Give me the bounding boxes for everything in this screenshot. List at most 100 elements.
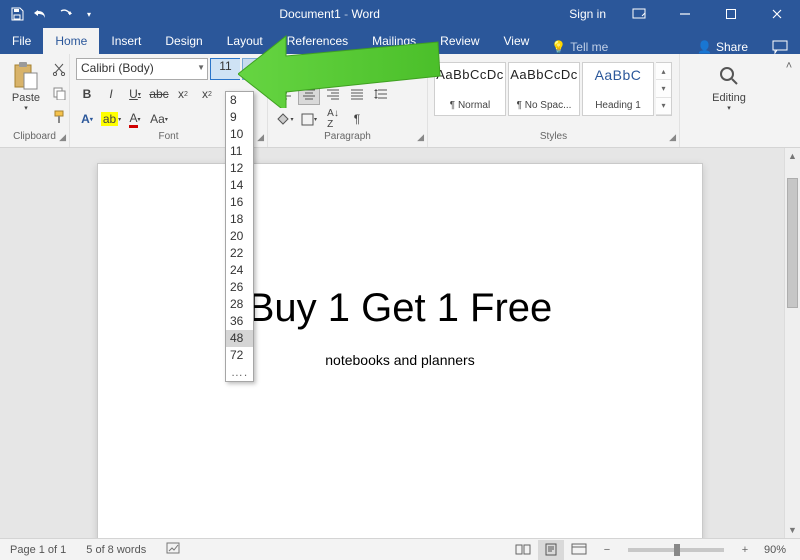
- style-heading1[interactable]: AaBbCHeading 1: [582, 62, 654, 116]
- bold-button[interactable]: B: [76, 83, 98, 105]
- size-option[interactable]: 72: [226, 347, 253, 364]
- tab-home[interactable]: Home: [43, 28, 99, 54]
- status-proofing-icon[interactable]: [156, 541, 192, 558]
- size-option[interactable]: 11: [226, 143, 253, 160]
- tab-review[interactable]: Review: [428, 28, 491, 54]
- minimize-button[interactable]: [662, 0, 708, 28]
- italic-button[interactable]: I: [100, 83, 122, 105]
- clipboard-dialog-launcher[interactable]: ◢: [59, 132, 66, 143]
- scroll-down-icon[interactable]: ▼: [785, 522, 800, 538]
- zoom-level[interactable]: 90%: [760, 544, 790, 556]
- document-page[interactable]: Buy 1 Get 1 Free notebooks and planners: [98, 164, 702, 538]
- font-size-dropdown-list[interactable]: 8 9 10 11 12 14 16 18 20 22 24 26 28 36 …: [225, 91, 254, 382]
- style-normal[interactable]: AaBbCcDc¶ Normal: [434, 62, 506, 116]
- justify-button[interactable]: [346, 83, 368, 105]
- ribbon-display-options-icon[interactable]: [616, 0, 662, 28]
- format-painter-icon[interactable]: [48, 106, 70, 128]
- paragraph-dialog-launcher[interactable]: ◢: [417, 132, 424, 143]
- strikethrough-button[interactable]: abc: [148, 83, 170, 105]
- underline-button[interactable]: U▾: [124, 83, 146, 105]
- tab-mailings[interactable]: Mailings: [360, 28, 428, 54]
- maximize-button[interactable]: [708, 0, 754, 28]
- sign-in-link[interactable]: Sign in: [559, 7, 616, 21]
- size-option[interactable]: 24: [226, 262, 253, 279]
- cut-icon[interactable]: [48, 58, 70, 80]
- size-option[interactable]: 8: [226, 92, 253, 109]
- size-option[interactable]: 28: [226, 296, 253, 313]
- highlight-button[interactable]: ab▾: [100, 108, 122, 130]
- font-color-button[interactable]: A▾: [124, 108, 146, 130]
- align-right-button[interactable]: [322, 83, 344, 105]
- size-option[interactable]: 22: [226, 245, 253, 262]
- print-layout-button[interactable]: [538, 540, 564, 560]
- zoom-out-button[interactable]: −: [594, 540, 620, 560]
- font-dialog-launcher[interactable]: ◢: [257, 132, 264, 143]
- document-heading[interactable]: Buy 1 Get 1 Free: [248, 286, 553, 331]
- tab-design[interactable]: Design: [153, 28, 214, 54]
- share-button[interactable]: 👤Share: [685, 40, 760, 54]
- comments-pane-icon[interactable]: [760, 40, 800, 54]
- copy-icon[interactable]: [48, 82, 70, 104]
- close-button[interactable]: [754, 0, 800, 28]
- status-page[interactable]: Page 1 of 1: [0, 544, 76, 556]
- status-words[interactable]: 5 of 8 words: [76, 544, 156, 556]
- zoom-in-button[interactable]: +: [732, 540, 758, 560]
- font-name-combo[interactable]: Calibri (Body)▼: [76, 58, 208, 80]
- font-size-dropdown-button[interactable]: ▼: [242, 58, 258, 80]
- qat-customize-icon[interactable]: ▾: [78, 3, 100, 25]
- tab-file[interactable]: File: [0, 28, 43, 54]
- size-option[interactable]: 36: [226, 313, 253, 330]
- size-option[interactable]: 12: [226, 160, 253, 177]
- numbering-button[interactable]: 123: [298, 57, 320, 79]
- tell-me[interactable]: 💡Tell me: [541, 40, 618, 54]
- increase-indent-button[interactable]: [370, 57, 392, 79]
- style-name: Heading 1: [595, 100, 641, 111]
- superscript-button[interactable]: x2: [196, 83, 218, 105]
- undo-icon[interactable]: [30, 3, 52, 25]
- style-no-spacing[interactable]: AaBbCcDc¶ No Spac...: [508, 62, 580, 116]
- size-option[interactable]: 14: [226, 177, 253, 194]
- size-list-resize-icon[interactable]: ….: [226, 364, 253, 381]
- multilevel-list-button[interactable]: [322, 57, 344, 79]
- paste-button[interactable]: Paste ▾: [6, 58, 46, 114]
- shading-button[interactable]: ▾: [274, 108, 296, 130]
- size-option[interactable]: 26: [226, 279, 253, 296]
- font-size-combo[interactable]: 11: [210, 58, 240, 80]
- size-option[interactable]: 10: [226, 126, 253, 143]
- size-option[interactable]: 18: [226, 211, 253, 228]
- zoom-slider[interactable]: [628, 548, 724, 552]
- size-option[interactable]: 16: [226, 194, 253, 211]
- collapse-ribbon-button[interactable]: ˄: [778, 54, 800, 147]
- align-left-button[interactable]: [274, 83, 296, 105]
- show-marks-button[interactable]: ¶: [346, 108, 368, 130]
- redo-icon[interactable]: [54, 3, 76, 25]
- paragraph-group-label: Paragraph◢: [268, 131, 427, 147]
- styles-gallery-scroll[interactable]: ▴▾▾: [656, 62, 672, 116]
- size-option[interactable]: 9: [226, 109, 253, 126]
- line-spacing-button[interactable]: [370, 83, 392, 105]
- size-option[interactable]: 20: [226, 228, 253, 245]
- bullets-button[interactable]: [274, 57, 296, 79]
- size-option-hover[interactable]: 48: [226, 330, 253, 347]
- scroll-up-icon[interactable]: ▲: [785, 148, 800, 164]
- save-icon[interactable]: [6, 3, 28, 25]
- tab-view[interactable]: View: [492, 28, 542, 54]
- change-case-button[interactable]: Aa▾: [148, 108, 170, 130]
- decrease-indent-button[interactable]: [346, 57, 368, 79]
- tab-references[interactable]: References: [275, 28, 360, 54]
- vertical-scrollbar[interactable]: ▲ ▼: [784, 148, 800, 538]
- read-mode-button[interactable]: [510, 540, 536, 560]
- align-center-button[interactable]: [298, 83, 320, 105]
- scroll-thumb[interactable]: [787, 178, 798, 308]
- tab-insert[interactable]: Insert: [99, 28, 153, 54]
- sort-button[interactable]: A↓Z: [322, 108, 344, 130]
- editing-dropdown[interactable]: Editing ▾: [708, 58, 750, 114]
- styles-dialog-launcher[interactable]: ◢: [669, 132, 676, 143]
- document-subtext[interactable]: notebooks and planners: [325, 352, 474, 368]
- zoom-slider-thumb[interactable]: [674, 544, 680, 556]
- borders-button[interactable]: ▾: [298, 108, 320, 130]
- subscript-button[interactable]: x2: [172, 83, 194, 105]
- text-effects-button[interactable]: A▾: [76, 108, 98, 130]
- tab-layout[interactable]: Layout: [215, 28, 275, 54]
- web-layout-button[interactable]: [566, 540, 592, 560]
